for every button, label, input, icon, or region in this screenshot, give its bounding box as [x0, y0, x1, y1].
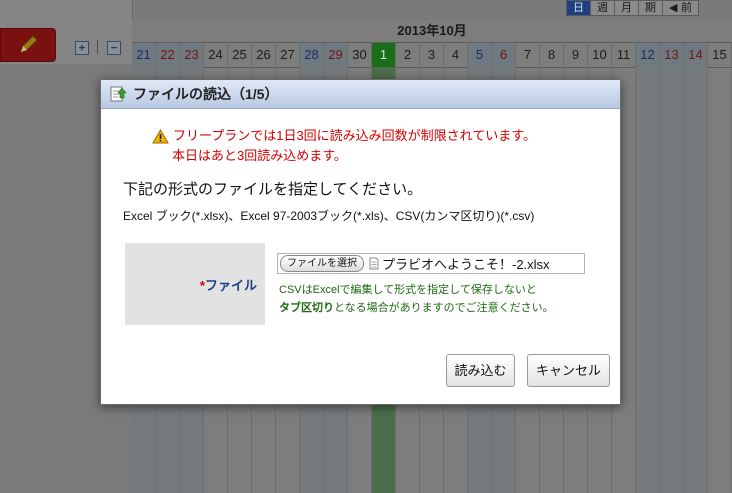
day-header-2[interactable]: 2: [396, 43, 420, 67]
day-header-15[interactable]: 15: [708, 43, 732, 67]
day-column[interactable]: [708, 67, 732, 493]
csv-note: CSVはExcelで編集して形式を指定して保存しないと タブ区切りとなる場合があ…: [279, 281, 554, 317]
day-header-13[interactable]: 13: [660, 43, 684, 67]
collapse-all-button[interactable]: −: [107, 41, 121, 55]
day-header-23[interactable]: 23: [180, 43, 204, 67]
day-header-6[interactable]: 6: [492, 43, 516, 67]
supported-formats: Excel ブック(*.xlsx)、Excel 97-2003ブック(*.xls…: [123, 209, 535, 223]
day-header-5[interactable]: 5: [468, 43, 492, 67]
warning-icon: [152, 128, 169, 143]
month-label: 2013年10月: [397, 23, 467, 38]
limit-warning: フリープランでは1日3回に読み込み回数が制限されています。 本日はあと3回読み込…: [152, 126, 536, 166]
file-input[interactable]: ファイルを選択 プラビオへようこそ！-2.xlsx: [277, 253, 585, 274]
day-header-14[interactable]: 14: [684, 43, 708, 67]
document-upload-icon: [110, 86, 127, 102]
instruction-text: 下記の形式のファイルを指定してください。: [123, 181, 423, 198]
day-header-27[interactable]: 27: [276, 43, 300, 67]
expand-all-button[interactable]: +: [75, 41, 89, 55]
day-header-25[interactable]: 25: [228, 43, 252, 67]
pencil-icon: [20, 35, 38, 53]
day-header-8[interactable]: 8: [540, 43, 564, 67]
day-header-29[interactable]: 29: [324, 43, 348, 67]
day-header-24[interactable]: 24: [204, 43, 228, 67]
day-header-7[interactable]: 7: [516, 43, 540, 67]
day-header-21[interactable]: 21: [132, 43, 156, 67]
view-tab[interactable]: 週: [590, 0, 615, 16]
csv-note-rest: となる場合がありますのでご注意ください。: [334, 302, 554, 314]
dialog-title-bar: ファイルの読込（1/5）: [101, 80, 620, 109]
dialog-title: ファイルの読込（1/5）: [133, 86, 279, 102]
day-header-1[interactable]: 1: [372, 43, 396, 67]
day-column[interactable]: [660, 67, 684, 493]
warning-text-2: 本日はあと3回読み込めます。: [172, 148, 347, 163]
day-header-26[interactable]: 26: [252, 43, 276, 67]
view-tab[interactable]: 期: [638, 0, 663, 16]
load-button[interactable]: 読み込む: [446, 354, 515, 387]
day-header-9[interactable]: 9: [564, 43, 588, 67]
file-label-text: ファイル: [204, 277, 257, 293]
file-field-label: *ファイル: [200, 275, 257, 294]
day-header-row: 21 22 23 24 25 26 27 28 29 30 1 2 3 4 5 6 7 8 9 10 11 12 13 14 1…: [132, 42, 732, 68]
edit-button[interactable]: [0, 28, 56, 62]
file-icon: [369, 257, 379, 270]
view-tab[interactable]: 日: [566, 0, 591, 16]
selected-file-name: プラビオへようこそ！-2.xlsx: [382, 257, 550, 272]
divider: [97, 40, 98, 54]
csv-note-line-1: CSVはExcelで編集して形式を指定して保存しないと: [279, 284, 537, 296]
day-header-12[interactable]: 12: [636, 43, 660, 67]
day-header-4[interactable]: 4: [444, 43, 468, 67]
choose-file-button[interactable]: ファイルを選択: [280, 255, 364, 272]
file-import-dialog: ファイルの読込（1/5） フリープランでは1日3回に読み込み回数が制限されていま…: [100, 79, 621, 405]
day-header-11[interactable]: 11: [612, 43, 636, 67]
view-tabs: 日週月期 ◀ 前: [566, 0, 699, 16]
day-header-3[interactable]: 3: [420, 43, 444, 67]
file-field-label-cell: *ファイル: [125, 243, 265, 325]
warning-text-1: フリープランでは1日3回に読み込み回数が制限されています。: [173, 128, 536, 143]
day-column[interactable]: [636, 67, 660, 493]
csv-note-bold: タブ区切り: [279, 302, 334, 314]
cancel-button[interactable]: キャンセル: [527, 354, 610, 387]
view-tab[interactable]: 月: [614, 0, 639, 16]
day-header-22[interactable]: 22: [156, 43, 180, 67]
day-column[interactable]: [684, 67, 708, 493]
view-tab[interactable]: ◀ 前: [662, 0, 699, 16]
csv-note-line-2: タブ区切りとなる場合がありますのでご注意ください。: [279, 299, 554, 317]
day-header-28[interactable]: 28: [300, 43, 324, 67]
day-header-10[interactable]: 10: [588, 43, 612, 67]
day-header-30[interactable]: 30: [348, 43, 372, 67]
